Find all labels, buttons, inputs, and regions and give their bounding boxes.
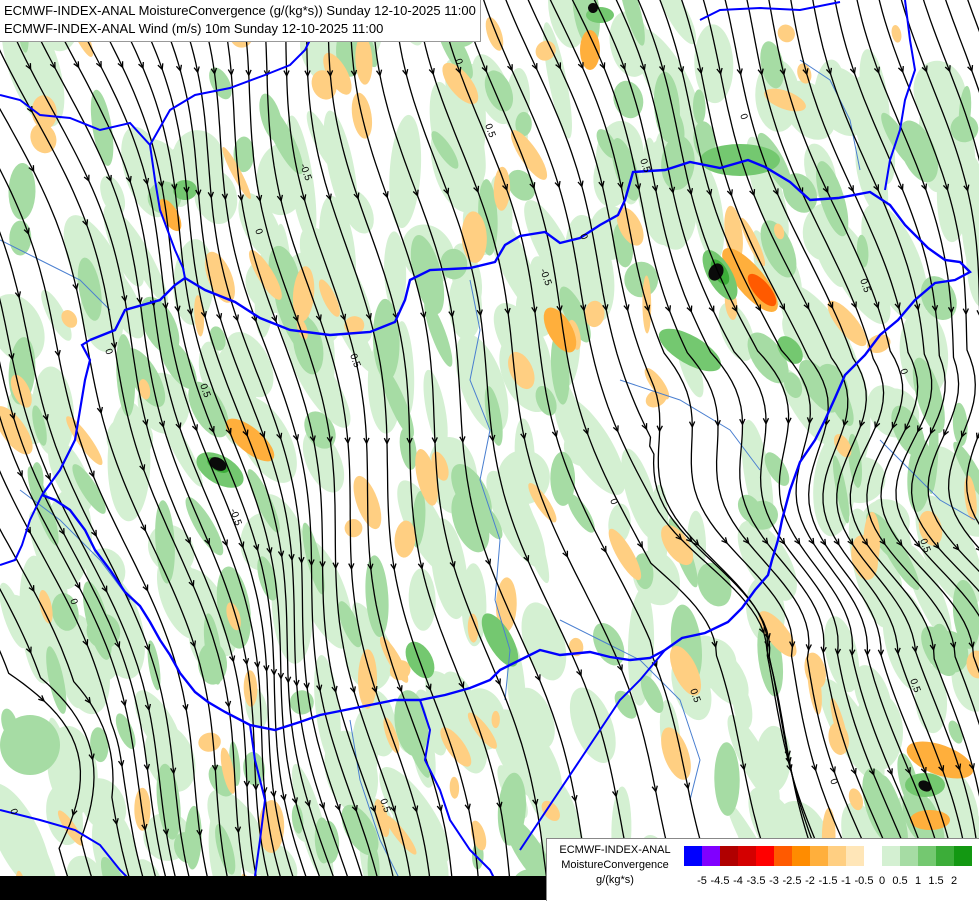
legend-swatch <box>918 846 936 866</box>
legend-tick-label: -4 <box>733 875 743 887</box>
legend-swatch <box>810 846 828 866</box>
header-line-wind: ECMWF-INDEX-ANAL Wind (m/s) 10m Sunday 1… <box>4 21 384 36</box>
legend-title: ECMWF-INDEX-ANAL MoistureConvergence g/(… <box>549 843 681 888</box>
legend-swatch <box>702 846 720 866</box>
legend-swatch <box>900 846 918 866</box>
legend-tick-label: -5 <box>697 875 707 887</box>
map-header: ECMWF-INDEX-ANAL MoistureConvergence (g/… <box>0 0 481 42</box>
legend-tick-label: 0.5 <box>892 875 908 887</box>
legend-tick-label: 1.5 <box>928 875 944 887</box>
legend-swatch <box>882 846 900 866</box>
legend-swatch <box>864 846 882 866</box>
legend-title-unit: g/(kg*s) <box>596 874 634 886</box>
legend-swatch <box>828 846 846 866</box>
legend-swatch <box>684 846 702 866</box>
legend-swatch <box>954 846 972 866</box>
legend-swatch <box>738 846 756 866</box>
legend-tick-label: -2.5 <box>782 875 802 887</box>
legend-title-model: ECMWF-INDEX-ANAL <box>559 844 671 856</box>
legend-swatch <box>846 846 864 866</box>
legend-tick-label: -2 <box>805 875 815 887</box>
legend-tick-label: 1 <box>914 875 922 887</box>
legend-tick-label: -0.5 <box>854 875 874 887</box>
legend-swatch <box>792 846 810 866</box>
legend-swatch <box>936 846 954 866</box>
legend-tick-label: -3.5 <box>746 875 766 887</box>
legend-tick-label: -4.5 <box>710 875 730 887</box>
legend-title-variable: MoistureConvergence <box>561 859 669 871</box>
legend-tick-label: -1.5 <box>818 875 838 887</box>
legend-tick-label: 2 <box>950 875 958 887</box>
legend-swatch <box>774 846 792 866</box>
weather-map: 00.50-0.50.500.5-0.500.500.500.50-0.50.5… <box>0 0 979 900</box>
bottom-black-strip <box>0 876 546 900</box>
legend-tick-label: -3 <box>769 875 779 887</box>
legend-tick-label: -1 <box>841 875 851 887</box>
legend-tick-label: 0 <box>878 875 886 887</box>
intense-field <box>0 715 60 775</box>
legend-swatches <box>684 846 972 866</box>
intense-field <box>910 810 950 830</box>
legend-swatch <box>720 846 738 866</box>
color-legend: ECMWF-INDEX-ANAL MoistureConvergence g/(… <box>546 838 979 901</box>
header-line-moisture: ECMWF-INDEX-ANAL MoistureConvergence (g/… <box>4 3 476 18</box>
legend-swatch <box>756 846 774 866</box>
